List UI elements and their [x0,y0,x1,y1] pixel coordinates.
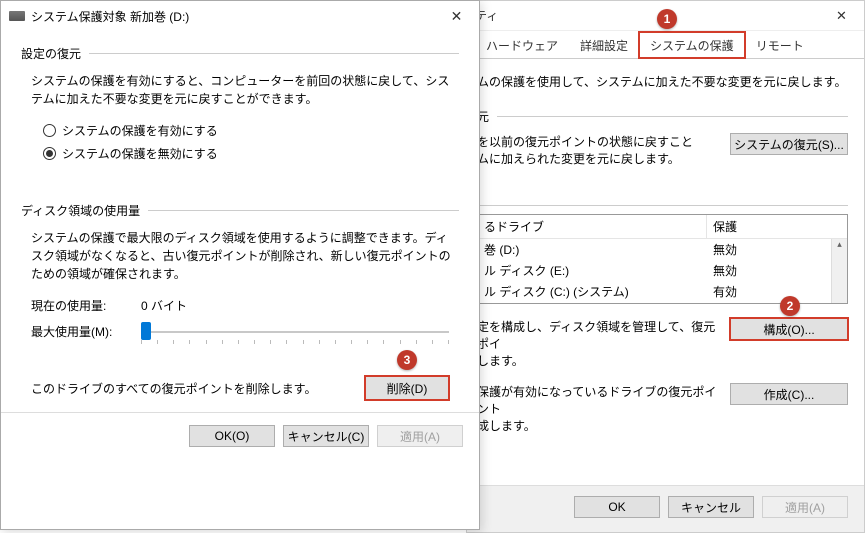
restore-settings-section: 設定の復元 [21,45,459,62]
drives-group [477,205,848,206]
radio-label: システムの保護を無効にする [62,145,218,162]
restore-description: システムの保護を有効にすると、コンピューターを前回の状態に戻して、システムに加え… [31,72,459,108]
max-usage-row: 最大使用量(M): [31,320,459,342]
drive-rows: 巻 (D:)無効 ル ディスク (E:)無効 ル ディスク (C:) (システム… [478,239,847,304]
section-title: 設定の復元 [21,45,89,62]
radio-label: システムの保護を有効にする [62,122,218,139]
slider-thumb[interactable] [141,322,151,340]
restore-row: を以前の復元ポイントの状態に戻すこと ムに加えられた変更を元に戻します。 システ… [477,133,848,167]
tab-remote[interactable]: リモート [745,32,815,58]
create-restore-point-button[interactable]: 作成(C)... [730,383,848,405]
radio-enable-protection[interactable]: システムの保護を有効にする [43,122,459,139]
drive-table: るドライブ 保護 巻 (D:)無効 ル ディスク (E:)無効 ル ディスク (… [477,214,848,304]
current-usage-label: 現在の使用量: [31,297,141,314]
bg-ok-button[interactable]: OK [574,496,660,518]
create-row: 保護が有効になっているドライブの復元ポイント 成します。 作成(C)... [477,383,848,434]
divider [497,116,848,117]
section-title: ディスク領域の使用量 [21,202,148,219]
tab-system-protection[interactable]: システムの保護 [639,32,745,58]
disk-description: システムの保護で最大限のディスク領域を使用するように調整できます。ディスク領域が… [31,229,459,283]
slider-track-line [141,331,449,333]
dialog-cancel-button[interactable]: キャンセル(C) [283,425,369,447]
restore-group-label: 元 [477,108,848,125]
dialog-footer: OK(O) キャンセル(C) 適用(A) [1,412,479,459]
system-protection-dialog: システム保護対象 新加巻 (D:) ✕ 設定の復元 システムの保護を有効にすると… [0,0,480,530]
tab-advanced[interactable]: 詳細設定 [569,32,639,58]
radio-disable-protection[interactable]: システムの保護を無効にする [43,145,459,162]
max-usage-label: 最大使用量(M): [31,323,141,340]
restore-text: を以前の復元ポイントの状態に戻すこと ムに加えられた変更を元に戻します。 [477,133,718,167]
divider [148,210,459,211]
radio-icon-selected [43,147,56,160]
disk-usage-section: ディスク領域の使用量 [21,202,459,219]
col-drive[interactable]: るドライブ [478,215,707,238]
configure-text: 定を構成し、ディスク領域を管理して、復元ポイ します。 [477,318,718,369]
table-row[interactable]: ル ディスク (E:)無効 [478,260,847,281]
system-restore-button[interactable]: システムの復元(S)... [730,133,848,155]
drive-table-header: るドライブ 保護 [478,215,847,239]
close-icon: ✕ [451,8,463,25]
bg-body: ムの保護を使用して、システムに加えた不要な変更を元に戻します。 元 を以前の復元… [467,59,864,454]
tab-strip: ハードウェア 詳細設定 システムの保護 リモート [467,31,864,59]
tab-hardware[interactable]: ハードウェア [475,32,569,58]
max-usage-slider[interactable] [141,320,449,342]
callout-marker-3: 3 [397,350,417,370]
dialog-apply-button: 適用(A) [377,425,463,447]
current-usage-value: 0 バイト [141,297,187,314]
bg-cancel-button[interactable]: キャンセル [668,496,754,518]
bg-footer: OK キャンセル 適用(A) [467,485,864,532]
dialog-ok-button[interactable]: OK(O) [189,425,275,447]
bg-apply-button: 適用(A) [762,496,848,518]
close-icon: ✕ [836,8,847,24]
dialog-close-button[interactable]: ✕ [434,1,479,31]
current-usage-row: 現在の使用量: 0 バイト [31,297,459,314]
dialog-titlebar: システム保護対象 新加巻 (D:) ✕ [1,1,479,31]
scroll-up-icon[interactable]: ▴ [837,239,842,250]
callout-marker-2: 2 [780,296,800,316]
col-protection[interactable]: 保護 [707,215,847,238]
drive-icon [9,11,25,21]
bg-close-button[interactable]: ✕ [819,1,864,31]
create-text: 保護が有効になっているドライブの復元ポイント 成します。 [477,383,718,434]
configure-button[interactable]: 構成(O)... [730,318,848,340]
table-row[interactable]: 巻 (D:)無効 [478,239,847,260]
divider [89,53,459,54]
dialog-title: システム保護対象 新加巻 (D:) [31,8,189,25]
configure-row: 定を構成し、ディスク領域を管理して、復元ポイ します。 構成(O)... 2 [477,318,848,369]
delete-description: このドライブのすべての復元ポイントを削除します。 [31,380,316,397]
callout-marker-1: 1 [657,9,677,29]
delete-button[interactable]: 削除(D) [365,376,449,400]
slider-ticks [141,340,449,344]
radio-icon [43,124,56,137]
delete-row: このドライブのすべての復元ポイントを削除します。 3 削除(D) [31,376,449,400]
scrollbar[interactable]: ▴ ▾ [831,239,847,304]
bg-description: ムの保護を使用して、システムに加えた不要な変更を元に戻します。 [477,73,848,90]
dialog-body: 設定の復元 システムの保護を有効にすると、コンピューターを前回の状態に戻して、シ… [1,31,479,412]
restore-group-text: 元 [477,108,497,125]
system-properties-window: ティ ✕ ハードウェア 詳細設定 システムの保護 リモート 1 ムの保護を使用し… [466,0,865,533]
divider [477,205,848,206]
